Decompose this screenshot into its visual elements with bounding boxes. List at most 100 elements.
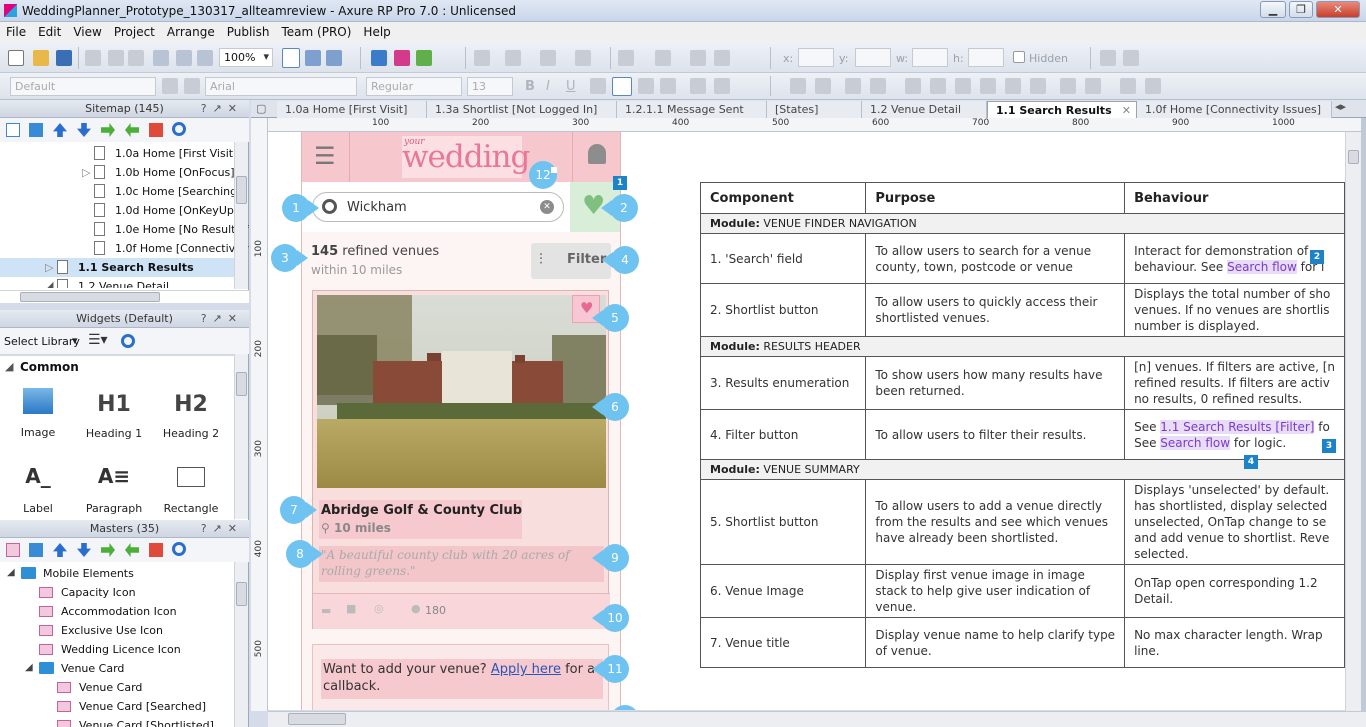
master-item[interactable]: Venue Card [Searched] — [0, 697, 235, 716]
search-input[interactable]: Wickham ✕ — [312, 192, 564, 222]
move-down-icon[interactable] — [77, 543, 91, 557]
spec-link[interactable]: Search flow — [1160, 435, 1231, 450]
weight-select[interactable]: Regular — [366, 77, 462, 96]
move-up-icon[interactable] — [53, 543, 67, 557]
send-back-icon[interactable] — [815, 78, 831, 94]
sitemap-item[interactable]: ▷ 1.0b Home [OnFocus] — [0, 163, 235, 182]
align-center-icon[interactable] — [612, 77, 632, 96]
widget-image[interactable]: Image — [0, 388, 76, 439]
master-item[interactable]: Venue Card [Shortlisted] — [0, 716, 235, 727]
select-intersected-icon[interactable] — [282, 48, 300, 68]
apply-here-link[interactable]: Apply here — [491, 662, 561, 677]
distribute-h-icon[interactable] — [1060, 78, 1076, 94]
close-tab-icon[interactable]: ✕ — [1122, 104, 1131, 117]
line-weight-icon[interactable] — [575, 50, 591, 66]
sitemap-item-selected[interactable]: ▷ 1.1 Search Results — [0, 258, 235, 277]
fill-color-icon[interactable] — [618, 50, 634, 66]
note-marker-4[interactable]: 4 — [1244, 455, 1258, 469]
minimize-button[interactable]: ▁ — [1260, 1, 1286, 18]
format-painter-2-icon[interactable] — [184, 78, 200, 94]
sitemap-item[interactable]: 1.0f Home [Connectivity — [0, 239, 249, 258]
add-folder-icon[interactable] — [29, 123, 43, 137]
sitemap-item[interactable]: 1.0d Home [OnKeyUp] — [0, 201, 238, 220]
distribute-v-icon[interactable] — [1085, 78, 1101, 94]
widget-label-item[interactable]: A_ Label — [0, 464, 76, 515]
align-objects-left-icon[interactable] — [905, 78, 921, 94]
distribute-icon[interactable] — [505, 50, 521, 66]
menu-icon[interactable]: ☰▾ — [88, 332, 108, 348]
justify-icon[interactable] — [660, 78, 676, 94]
collapse-icon[interactable]: ◢ — [25, 662, 33, 673]
panel-controls-icon[interactable]: ?↗✕ — [201, 522, 243, 535]
tab-message-sent[interactable]: 1.2.1.1 Message Sent — [617, 101, 767, 118]
expand-icon[interactable]: ▷ — [82, 166, 90, 179]
open-folder-icon[interactable] — [33, 50, 49, 66]
tab-shortlist[interactable]: 1.3a Shortlist [Not Logged In] — [427, 101, 617, 118]
x-input[interactable] — [798, 48, 834, 67]
search-icon[interactable] — [172, 542, 186, 556]
search-icon[interactable] — [172, 122, 186, 136]
sitemap-item[interactable]: 1.0a Home [First Visit] — [0, 144, 237, 163]
tab-home-first-visit[interactable]: 1.0a Home [First Visit] — [277, 101, 427, 118]
tab-states[interactable]: [States] — [767, 101, 862, 118]
tab-venue-detail[interactable]: 1.2 Venue Detail — [862, 101, 987, 118]
connector-icon[interactable] — [326, 50, 342, 66]
align-objects-middle-icon[interactable] — [1005, 78, 1021, 94]
hidden-checkbox[interactable] — [1013, 51, 1025, 63]
master-folder[interactable]: ◢ Mobile Elements — [0, 564, 235, 583]
y-input[interactable] — [855, 48, 891, 67]
sitemap-scrollbar[interactable] — [234, 142, 248, 289]
align-objects-top-icon[interactable] — [980, 78, 996, 94]
align-objects-center-icon[interactable] — [930, 78, 946, 94]
chevron-down-icon[interactable]: ▾ — [72, 334, 78, 347]
collapse-icon[interactable]: ◢ — [7, 567, 15, 578]
page-style-icon[interactable] — [1100, 50, 1116, 66]
tab-scroll-icon[interactable]: ◂▸ — [1335, 100, 1346, 113]
delete-icon[interactable] — [149, 123, 163, 137]
panel-controls-icon[interactable]: ?↗✕ — [201, 102, 243, 115]
add-page-icon[interactable] — [6, 123, 20, 137]
undo-icon[interactable] — [153, 50, 169, 66]
line-style-icon[interactable] — [540, 50, 556, 66]
sitemap-item[interactable]: 1.0c Home [Searching... — [0, 182, 248, 201]
bring-front-icon[interactable] — [790, 78, 806, 94]
profile-button[interactable] — [572, 132, 620, 182]
italic-icon[interactable]: I — [546, 79, 550, 94]
indent-icon[interactable] — [101, 123, 115, 137]
align-objects-bottom-icon[interactable] — [1030, 78, 1046, 94]
notes-icon[interactable] — [1123, 50, 1139, 66]
venue-image[interactable] — [317, 295, 606, 488]
design-canvas[interactable]: ☰ your wedding Wickham ✕ ♥ 145 refined v… — [268, 132, 1345, 710]
indent-icon[interactable] — [101, 543, 115, 557]
tab-search-results[interactable]: 1.1 Search Results ✕ — [987, 101, 1137, 118]
spec-link[interactable]: 1.1 Search Results [Filter] — [1160, 419, 1315, 434]
zoom-select[interactable]: 100% ▾ — [219, 48, 273, 67]
menu-publish[interactable]: Publish — [221, 22, 276, 39]
style-select[interactable]: Default — [10, 77, 156, 96]
expand-icon[interactable]: ▷ — [45, 261, 53, 274]
add-folder-icon[interactable] — [29, 543, 43, 557]
redo-icon[interactable] — [176, 50, 192, 66]
align-right-icon[interactable] — [638, 78, 654, 94]
clear-icon[interactable]: ✕ — [540, 200, 554, 214]
canvas-hscrollbar[interactable] — [268, 711, 1366, 727]
sitemap-item[interactable]: 1.0e Home [No Results f — [0, 220, 249, 239]
cut-icon[interactable] — [85, 50, 101, 66]
add-master-icon[interactable] — [6, 543, 20, 557]
unlock-icon[interactable] — [1145, 78, 1161, 94]
delete-icon[interactable] — [149, 543, 163, 557]
move-up-icon[interactable] — [53, 123, 67, 137]
canvas-vscrollbar[interactable] — [1345, 132, 1361, 711]
ungroup-icon[interactable] — [870, 78, 886, 94]
paste-icon[interactable] — [128, 50, 144, 66]
style-editor-icon[interactable] — [162, 78, 178, 94]
widget-paragraph[interactable]: A≡ Paragraph — [76, 464, 152, 515]
align-icon[interactable] — [474, 50, 490, 66]
master-item[interactable]: Venue Card — [0, 678, 235, 697]
align-objects-right-icon[interactable] — [955, 78, 971, 94]
menu-team[interactable]: Team (PRO) — [276, 22, 358, 39]
font-select[interactable]: Arial — [205, 77, 357, 96]
size-select[interactable]: 13 — [467, 77, 513, 96]
format-painter-icon[interactable] — [197, 50, 213, 66]
search-icon[interactable] — [121, 334, 135, 348]
